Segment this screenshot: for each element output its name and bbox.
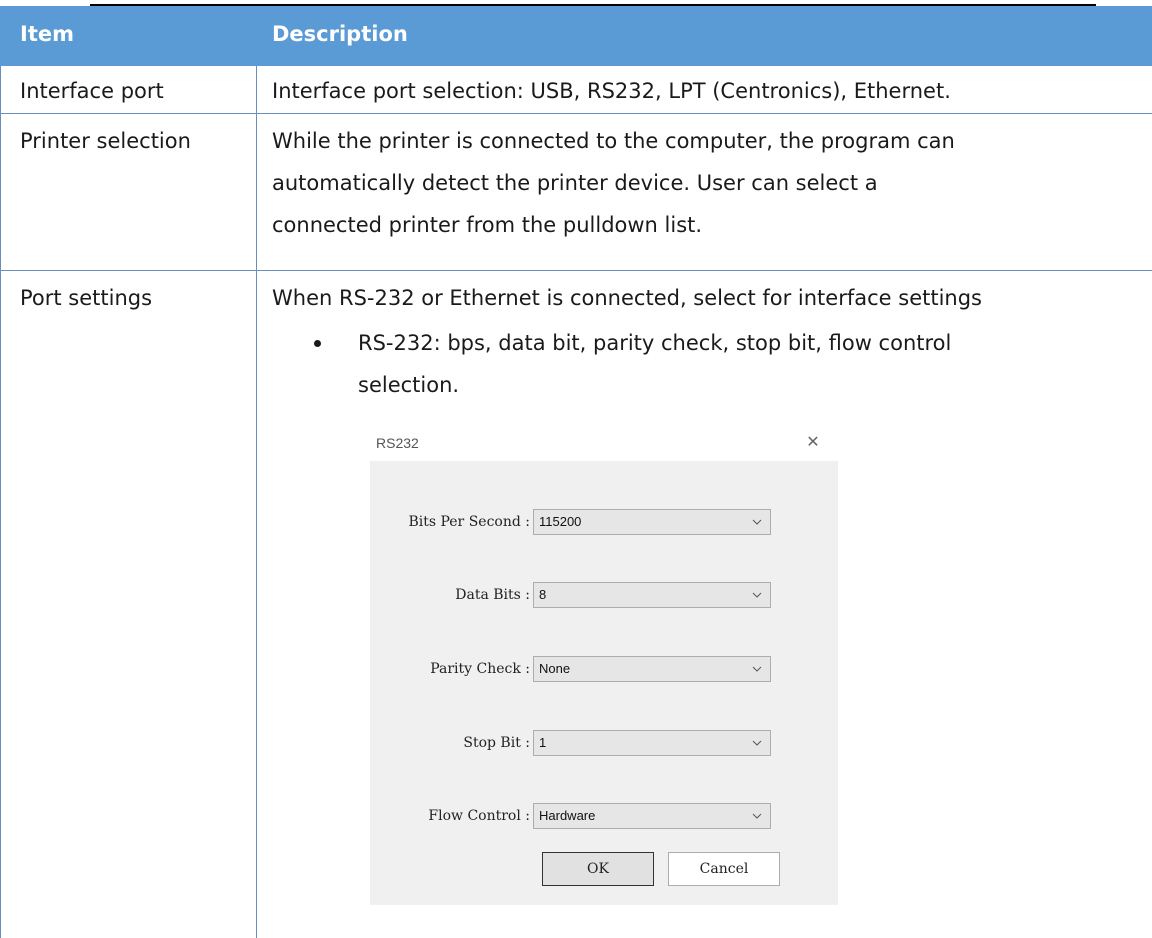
table-header: Item Description (0, 6, 1152, 66)
header-item: Item (20, 22, 74, 46)
parity-check-label: Parity Check : (430, 661, 530, 677)
ok-button[interactable]: OK (542, 852, 654, 886)
column-divider (256, 66, 257, 938)
dialog-title: RS232 (376, 435, 419, 451)
rs232-dialog: RS232 ✕ Bits Per Second : 115200 Data Bi… (370, 425, 838, 905)
row-desc-line: connected printer from the pulldown list… (272, 213, 703, 237)
row-divider (0, 113, 1152, 114)
select-value: 1 (539, 735, 547, 750)
chevron-down-icon (752, 519, 762, 525)
data-bits-label: Data Bits : (455, 587, 530, 603)
bullet-text-line: RS-232: bps, data bit, parity check, sto… (358, 331, 952, 355)
bullet-text-line: selection. (358, 373, 460, 397)
dialog-titlebar: RS232 ✕ (370, 425, 838, 461)
parity-check-select[interactable]: None (533, 656, 771, 682)
flow-control-select[interactable]: Hardware (533, 803, 771, 829)
bits-per-second-label: Bits Per Second : (408, 514, 530, 530)
row-desc-line: While the printer is connected to the co… (272, 129, 955, 153)
stop-bit-select[interactable]: 1 (533, 730, 771, 756)
select-value: 115200 (539, 514, 582, 529)
row-desc-line: When RS-232 or Ethernet is connected, se… (272, 286, 982, 310)
close-icon[interactable]: ✕ (803, 432, 823, 452)
row-item-printer-selection: Printer selection (20, 129, 191, 153)
chevron-down-icon (752, 740, 762, 746)
table-left-border (0, 66, 1, 938)
chevron-down-icon (752, 666, 762, 672)
row-item-interface-port: Interface port (20, 79, 164, 103)
bits-per-second-select[interactable]: 115200 (533, 509, 771, 535)
chevron-down-icon (752, 592, 762, 598)
bullet-icon (314, 340, 321, 347)
header-description: Description (272, 22, 408, 46)
chevron-down-icon (752, 813, 762, 819)
flow-control-label: Flow Control : (428, 808, 530, 824)
row-desc-line: automatically detect the printer device.… (272, 171, 878, 195)
row-item-port-settings: Port settings (20, 286, 153, 310)
row-divider (0, 270, 1152, 271)
select-value: None (539, 661, 571, 676)
cancel-button[interactable]: Cancel (668, 852, 780, 886)
stop-bit-label: Stop Bit : (463, 735, 530, 751)
select-value: Hardware (539, 808, 596, 823)
data-bits-select[interactable]: 8 (533, 582, 771, 608)
select-value: 8 (539, 587, 547, 602)
row-desc-interface-port: Interface port selection: USB, RS232, LP… (272, 79, 951, 103)
